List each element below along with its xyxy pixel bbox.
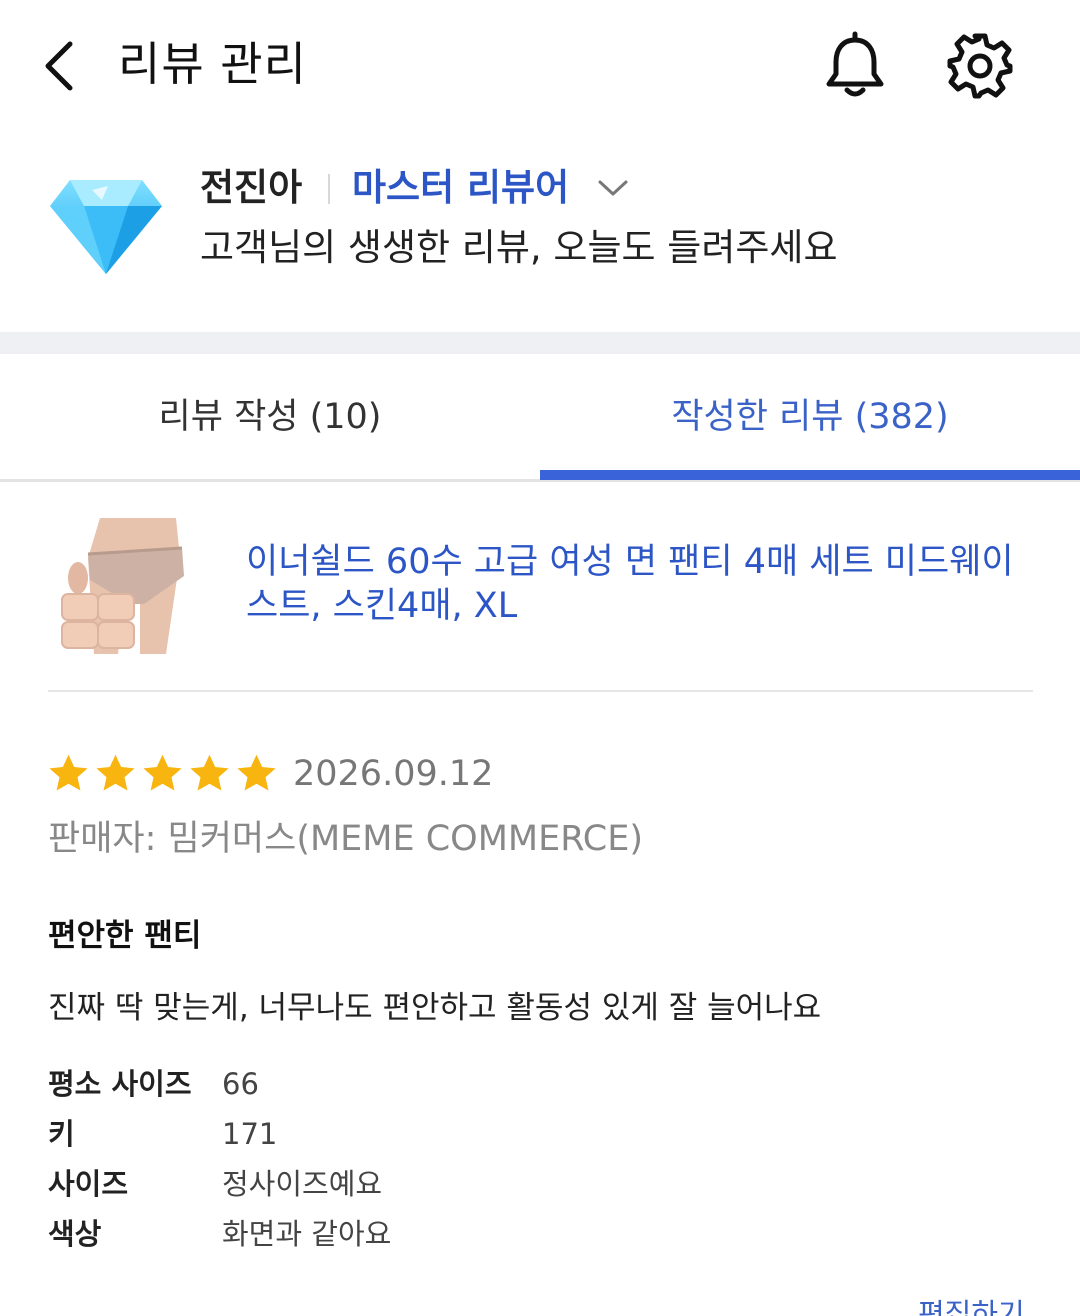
attribute-value: 66 [222, 1067, 259, 1101]
page-title: 리뷰 관리 [118, 37, 307, 91]
edit-review-button[interactable]: 편집하기 [918, 1294, 1025, 1316]
section-divider [0, 332, 1080, 354]
tab-written-reviews[interactable]: 작성한 리뷰 (382) [540, 354, 1080, 480]
attribute-label: 사이즈 [48, 1167, 129, 1201]
seller-info: 판매자: 밈커머스(MEME COMMERCE) [48, 819, 644, 859]
gear-icon [947, 33, 1013, 99]
tab-write-review[interactable]: 리뷰 작성 (10) [0, 354, 540, 480]
settings-button[interactable] [944, 30, 1016, 102]
bell-icon [826, 31, 884, 97]
attribute-row: 키 171 [48, 1112, 748, 1162]
active-tab-indicator [540, 470, 1080, 480]
attribute-row: 평소 사이즈 66 [48, 1062, 748, 1112]
attribute-row: 색상 화면과 같아요 [48, 1212, 748, 1262]
reviewer-profile: 전진아 마스터 리뷰어 고객님의 생생한 리뷰, 오늘도 들려주세요 [0, 150, 1080, 330]
review-body: 진짜 딱 맞는게, 너무나도 편안하고 활동성 있게 잘 늘어나요 [48, 990, 822, 1026]
review-tabs: 리뷰 작성 (10) 작성한 리뷰 (382) [0, 354, 1080, 482]
profile-tagline: 고객님의 생생한 리뷰, 오늘도 들려주세요 [200, 226, 838, 269]
star-icon [190, 754, 229, 791]
attribute-label: 색상 [48, 1217, 102, 1251]
attribute-value: 화면과 같아요 [222, 1217, 392, 1251]
chevron-down-icon[interactable] [596, 176, 630, 200]
reviewer-grade[interactable]: 마스터 리뷰어 [352, 164, 569, 212]
star-icon [49, 754, 88, 791]
top-app-bar: 리뷰 관리 [0, 0, 1080, 130]
review-management-page: 리뷰 관리 전진아 마스터 리뷰어 고객님의 생생한 리뷰, 오늘도 들려주세요… [0, 0, 1080, 1316]
star-icon [143, 754, 182, 791]
product-name-link[interactable]: 이너쉴드 60수 고급 여성 면 팬티 4매 세트 미드웨이스트, 스킨4매, … [246, 540, 1026, 628]
star-icon [237, 754, 276, 791]
reviewer-name: 전진아 [200, 166, 303, 209]
back-button[interactable] [36, 38, 88, 94]
star-rating [46, 752, 279, 796]
attribute-value: 정사이즈예요 [222, 1167, 383, 1201]
attribute-label: 평소 사이즈 [48, 1067, 192, 1101]
diamond-icon [50, 180, 162, 274]
attribute-row: 사이즈 정사이즈예요 [48, 1162, 748, 1212]
product-summary[interactable]: 이너쉴드 60수 고급 여성 면 팬티 4매 세트 미드웨이스트, 스킨4매, … [48, 512, 1033, 692]
name-divider [328, 174, 330, 204]
review-attributes: 평소 사이즈 66 키 171 사이즈 정사이즈예요 색상 화면과 같아요 [48, 1062, 748, 1262]
review-title: 편안한 팬티 [48, 918, 202, 954]
review-date: 2026.09.12 [293, 754, 494, 794]
star-icon [96, 754, 135, 791]
attribute-label: 키 [48, 1117, 75, 1151]
product-image[interactable] [48, 518, 198, 654]
chevron-left-icon [45, 41, 73, 91]
attribute-value: 171 [222, 1117, 278, 1151]
notification-button[interactable] [820, 30, 890, 100]
